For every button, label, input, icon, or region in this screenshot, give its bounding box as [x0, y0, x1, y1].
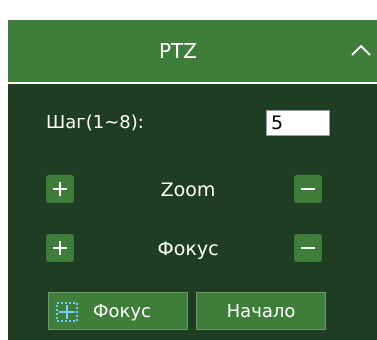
step-input[interactable] — [266, 110, 330, 136]
plus-icon — [53, 182, 67, 196]
zoom-label: Zoom — [160, 179, 216, 201]
panel-title: PTZ — [159, 39, 197, 63]
ptz-body: Шаг(1~8): Zoom Фокус — [8, 84, 377, 340]
step-label: Шаг(1~8): — [46, 112, 144, 133]
focus-plus-button[interactable] — [46, 234, 74, 262]
chevron-up-icon[interactable] — [348, 38, 374, 64]
auto-focus-button[interactable]: Фокус — [48, 292, 188, 330]
auto-focus-label: Фокус — [93, 301, 151, 322]
start-label: Начало — [226, 301, 296, 322]
focus-row-label: Фокус — [157, 238, 219, 260]
ptz-panel: PTZ Шаг(1~8): Zoom — [0, 0, 377, 340]
focus-target-icon — [56, 302, 78, 322]
plus-icon — [53, 241, 67, 255]
zoom-in-button[interactable] — [46, 175, 74, 203]
zoom-out-button[interactable] — [294, 175, 322, 203]
minus-icon — [301, 247, 315, 249]
focus-minus-button[interactable] — [294, 234, 322, 262]
start-button[interactable]: Начало — [196, 292, 326, 330]
ptz-header[interactable]: PTZ — [8, 20, 377, 82]
minus-icon — [301, 188, 315, 190]
